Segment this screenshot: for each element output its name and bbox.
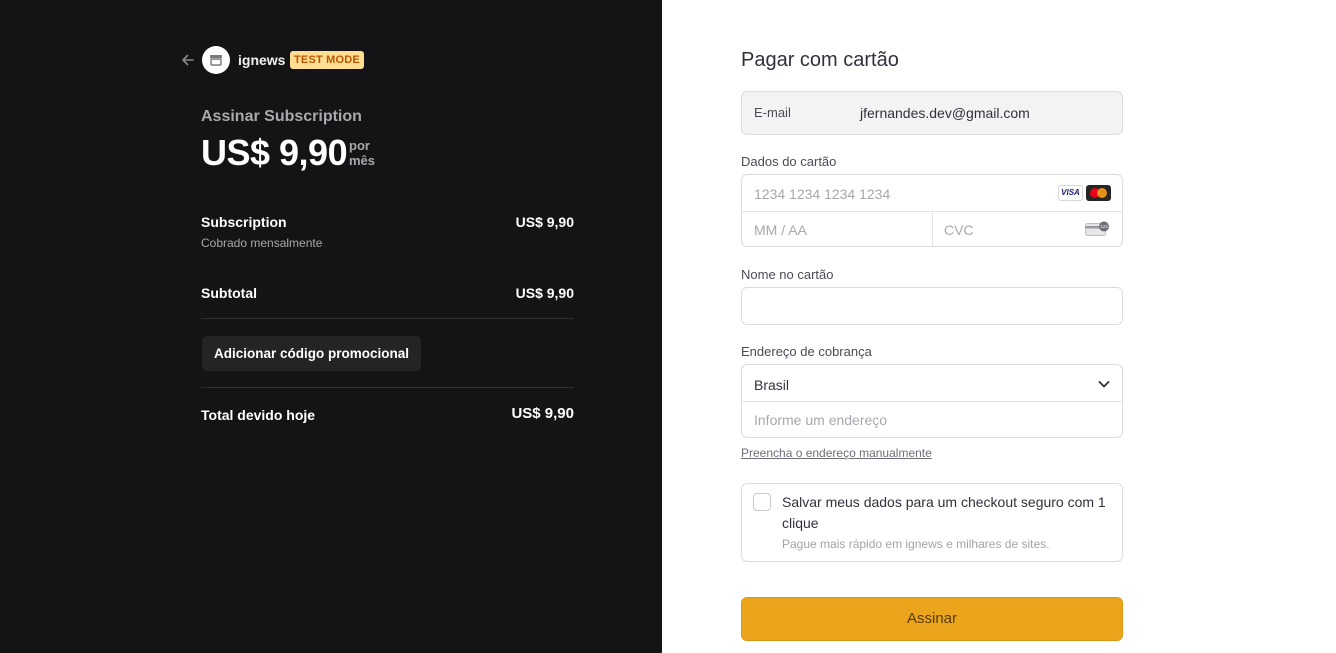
subscribe-button[interactable]: Assinar	[741, 597, 1123, 641]
card-details-label: Dados do cartão	[741, 154, 837, 169]
test-mode-badge: TEST MODE	[290, 51, 364, 69]
order-summary-panel: ignews TEST MODE Assinar Subscription US…	[0, 0, 662, 653]
cvc-card-icon: 123	[1085, 221, 1110, 237]
total-label: Total devido hoje	[201, 407, 316, 423]
save-info-subtext: Pague mais rápido em ignews e milhares d…	[782, 537, 1050, 551]
line-item-description: Cobrado mensalmente	[201, 236, 323, 250]
email-value: jfernandes.dev@gmail.com	[860, 105, 1030, 121]
price-amount: US$ 9,90	[201, 132, 348, 173]
save-info-checkbox[interactable]	[753, 493, 771, 511]
billing-address-label: Endereço de cobrança	[741, 344, 872, 359]
price-period: por mês	[349, 138, 376, 168]
cardholder-name-label: Nome no cartão	[741, 267, 834, 282]
email-label: E-mail	[754, 105, 791, 120]
visa-icon: VISA	[1058, 185, 1083, 201]
total-value: US$ 9,90	[511, 405, 574, 422]
subtotal-label: Subtotal	[201, 285, 257, 301]
card-number-input[interactable]: 1234 1234 1234 1234	[754, 186, 890, 202]
address-input[interactable]: Informe um endereço	[754, 412, 887, 428]
arrow-left-icon[interactable]	[179, 51, 197, 69]
add-promo-code-button[interactable]: Adicionar código promocional	[202, 336, 422, 371]
subscribe-title: Assinar Subscription	[201, 108, 362, 125]
card-cvc-input[interactable]: CVC	[944, 222, 974, 238]
email-field: E-mail jfernandes.dev@gmail.com	[741, 91, 1123, 135]
chevron-down-icon[interactable]	[1097, 377, 1111, 391]
divider	[201, 318, 574, 319]
billing-address-group: Brasil Informe um endereço	[741, 364, 1123, 438]
country-select[interactable]: Brasil	[754, 377, 789, 393]
svg-text:123: 123	[1100, 224, 1108, 229]
divider	[201, 387, 574, 388]
mastercard-icon	[1086, 185, 1111, 201]
save-info-box: Salvar meus dados para um checkout segur…	[741, 483, 1123, 562]
payment-title: Pagar com cartão	[741, 49, 899, 71]
card-details-group: 1234 1234 1234 1234 VISA MM / AA CVC 123	[741, 174, 1123, 247]
manual-address-link[interactable]: Preencha o endereço manualmente	[741, 446, 932, 460]
save-info-label: Salvar meus dados para um checkout segur…	[782, 494, 1106, 531]
card-expiry-input[interactable]: MM / AA	[754, 222, 807, 238]
subtotal-value: US$ 9,90	[515, 285, 574, 301]
cardholder-name-input[interactable]	[741, 287, 1123, 325]
store-icon	[202, 46, 230, 74]
brand-name: ignews	[238, 52, 286, 68]
line-item-name: Subscription	[201, 214, 287, 230]
line-item-amount: US$ 9,90	[515, 214, 574, 230]
